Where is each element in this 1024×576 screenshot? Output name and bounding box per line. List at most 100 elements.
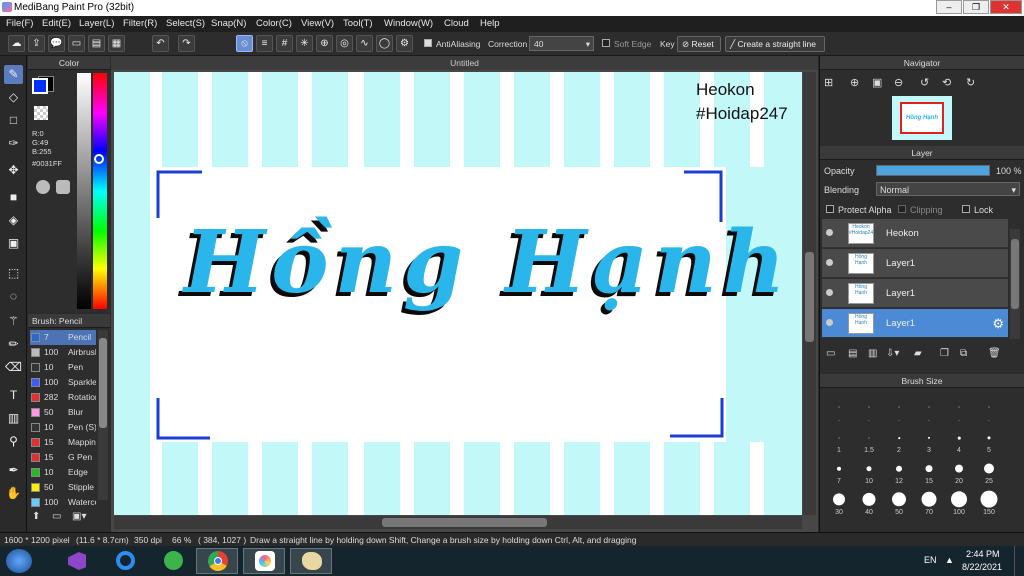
gradient-tool-icon[interactable]: ▣	[4, 234, 23, 253]
brush-size-option[interactable]: .	[884, 392, 914, 423]
canvas-horizontal-scrollbar[interactable]	[114, 516, 802, 529]
menu-layer[interactable]: Layer(L)	[79, 18, 114, 29]
clock-date[interactable]: 8/22/2021	[962, 562, 1002, 572]
menu-file[interactable]: File(F)	[6, 18, 33, 29]
layer-scrollbar[interactable]	[1010, 229, 1020, 339]
brush-size-option[interactable]: .	[854, 392, 884, 423]
redo-icon[interactable]: ↷	[178, 35, 195, 52]
delete-layer-icon[interactable]: 🗑	[988, 348, 1001, 359]
canvas[interactable]: Heokon #Hoidap247 Hồng Hạnh	[114, 72, 802, 515]
navigator-preview[interactable]: Hồng Hạnh	[892, 96, 952, 140]
maximize-button[interactable]: ❐	[963, 0, 989, 14]
start-button[interactable]	[6, 549, 32, 573]
close-button[interactable]: ✕	[990, 0, 1022, 14]
save-icon[interactable]: ▤	[88, 35, 105, 52]
snap-curve-icon[interactable]: ∿	[356, 35, 373, 52]
brightness-strip[interactable]	[77, 73, 91, 309]
menu-edit[interactable]: Edit(E)	[42, 18, 71, 29]
straight-line-button[interactable]: ╱ Create a straight line	[725, 36, 825, 52]
brush-new-icon[interactable]: ▭	[52, 511, 68, 525]
layer-row[interactable]: Hồng Hạnh Layer1	[822, 279, 1008, 308]
select-eraser-tool-icon[interactable]: ⌫	[4, 358, 23, 377]
layer-row[interactable]: Hồng Hạnh Layer1 ⚙	[822, 309, 1008, 338]
new-halftone-layer-icon[interactable]: ▤	[848, 348, 857, 359]
brush-item[interactable]: 282 Rotation	[30, 390, 96, 405]
cloud-icon[interactable]: ☁	[8, 35, 25, 52]
blending-select[interactable]: Normal ▾	[876, 182, 1020, 196]
hue-handle[interactable]	[94, 154, 104, 164]
zoom-in-icon[interactable]: ⊕	[850, 76, 859, 89]
eye-icon[interactable]	[826, 319, 833, 326]
brush-size-option[interactable]: 10	[854, 454, 884, 485]
move-tool-icon[interactable]: ✥	[4, 161, 23, 180]
brush-size-option[interactable]: 12	[884, 454, 914, 485]
transparent-swatch[interactable]	[34, 106, 48, 120]
brush-item[interactable]: 15 G Pen	[30, 450, 96, 465]
zoom-actual-icon[interactable]: ▣	[872, 76, 882, 89]
color-settings-icon[interactable]	[56, 180, 70, 194]
clipping-checkbox[interactable]	[898, 205, 906, 213]
brush-size-option[interactable]: 1	[824, 423, 854, 454]
layer-row[interactable]: Hồng Hạnh Layer1	[822, 249, 1008, 278]
brush-item[interactable]: 100 Watercolor	[30, 495, 96, 510]
layer-row[interactable]: Heokon #Hoidap247 Heokon	[822, 219, 1008, 248]
divide-tool-icon[interactable]: ▥	[4, 409, 23, 428]
soft-edge-checkbox[interactable]	[602, 39, 610, 47]
brush-size-option[interactable]: 50	[884, 485, 914, 516]
bucket-tool-icon[interactable]: ◈	[4, 211, 23, 230]
duplicate-layer-icon[interactable]: ❐	[940, 348, 949, 359]
eye-icon[interactable]	[826, 259, 833, 266]
document-tab[interactable]: Untitled	[111, 56, 818, 70]
rotate-reset-icon[interactable]: ⟲	[942, 76, 951, 89]
brush-size-option[interactable]: .	[974, 392, 1004, 423]
antialiasing-checkbox[interactable]	[424, 39, 432, 47]
opacity-slider[interactable]	[876, 165, 990, 176]
brush-size-option[interactable]: 7	[824, 454, 854, 485]
brush-size-option[interactable]: .	[824, 392, 854, 423]
language-indicator[interactable]: EN	[924, 555, 937, 565]
select-rect-tool-icon[interactable]: ⬚	[4, 264, 23, 283]
new-layer-icon[interactable]: ▭	[826, 348, 835, 359]
magic-wand-tool-icon[interactable]: ⚚	[4, 312, 23, 331]
menu-select[interactable]: Select(S)	[166, 18, 205, 29]
brush-item[interactable]: 50 Blur	[30, 405, 96, 420]
zoom-out-icon[interactable]: ⊖	[894, 76, 903, 89]
menu-snap[interactable]: Snap(N)	[211, 18, 246, 29]
new-file-icon[interactable]: ▭	[68, 35, 85, 52]
correction-select[interactable]: 40 ▾	[529, 36, 594, 51]
hand-tool-icon[interactable]: ✋	[4, 484, 23, 503]
clock-time[interactable]: 2:44 PM	[966, 549, 1000, 559]
brush-item[interactable]: 10 Pen (S)	[30, 420, 96, 435]
brush-size-option[interactable]: 5	[974, 423, 1004, 454]
brush-add-icon[interactable]: ⬆	[32, 511, 48, 525]
canvas-vertical-scrollbar[interactable]	[803, 72, 816, 515]
brush-size-option[interactable]: 3	[914, 423, 944, 454]
eye-icon[interactable]	[826, 229, 833, 236]
new-8bit-layer-icon[interactable]: ▥	[868, 348, 877, 359]
foreground-color-swatch[interactable]	[32, 78, 48, 94]
brush-size-option[interactable]: 15	[914, 454, 944, 485]
navigator-viewport[interactable]: Hồng Hạnh	[900, 102, 944, 134]
snap-ellipse-icon[interactable]: ◯	[376, 35, 393, 52]
menu-window[interactable]: Window(W)	[384, 18, 433, 29]
brush-tool-icon[interactable]: ✎	[4, 65, 23, 84]
gear-icon[interactable]: ⚙	[992, 316, 1004, 332]
eyedropper-alt-icon[interactable]: ✒	[4, 461, 23, 480]
lasso-tool-icon[interactable]: ◌	[4, 287, 23, 306]
snap-grid-icon[interactable]: #	[276, 35, 293, 52]
brush-size-option[interactable]: .	[914, 392, 944, 423]
chrome-icon[interactable]	[196, 548, 238, 574]
rotate-right-icon[interactable]: ↻	[966, 76, 975, 89]
brush-size-option[interactable]: 4	[944, 423, 974, 454]
snap-concentric-icon[interactable]: ◎	[336, 35, 353, 52]
brush-item[interactable]: 100 Airbrush	[30, 345, 96, 360]
text-tool-icon[interactable]: T	[4, 386, 23, 405]
brush-size-option[interactable]: 150	[974, 485, 1004, 516]
hue-strip[interactable]	[93, 73, 107, 309]
brush-size-option[interactable]: .	[944, 392, 974, 423]
menu-tool[interactable]: Tool(T)	[343, 18, 373, 29]
snap-parallel-icon[interactable]: ≡	[256, 35, 273, 52]
menu-view[interactable]: View(V)	[301, 18, 334, 29]
brush-size-option[interactable]: 20	[944, 454, 974, 485]
lock-checkbox[interactable]	[962, 205, 970, 213]
